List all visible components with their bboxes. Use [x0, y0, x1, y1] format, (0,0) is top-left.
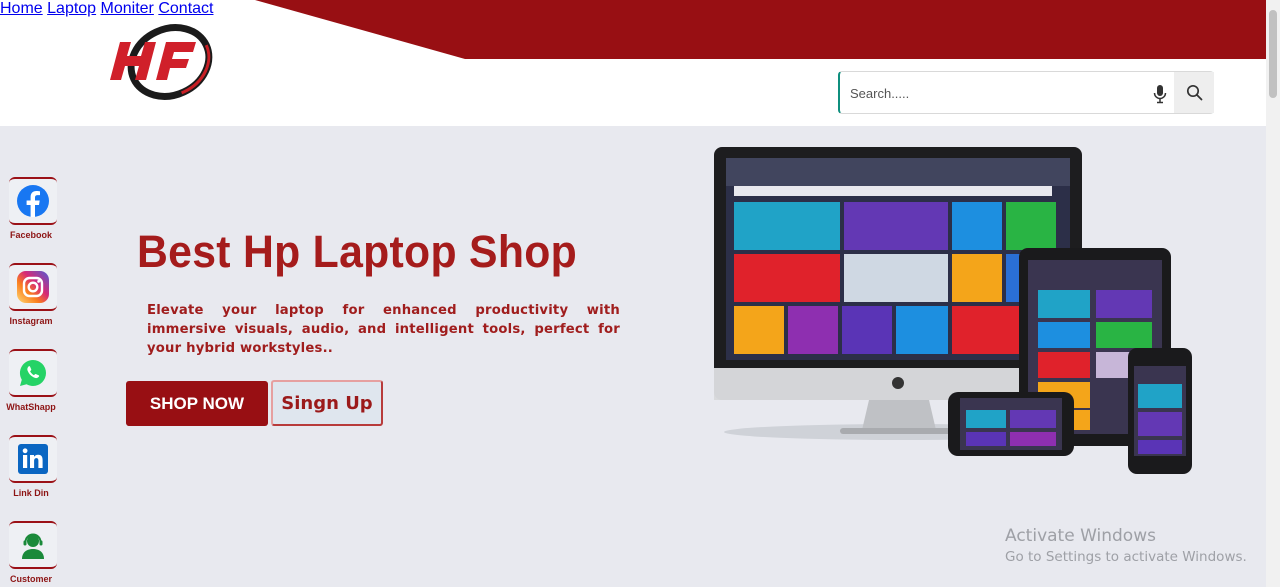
windows-activation-watermark: Activate Windows Go to Settings to activ…	[1005, 526, 1247, 565]
social-facebook[interactable]: Facebook	[8, 177, 58, 240]
watermark-title: Activate Windows	[1005, 526, 1156, 546]
social-label: WhatShapp	[6, 402, 56, 412]
social-label: Facebook	[9, 230, 52, 240]
hero-description: Elevate your laptop for enhanced product…	[147, 303, 620, 356]
instagram-icon	[17, 271, 49, 303]
social-linkedin[interactable]: Link Din	[8, 435, 58, 498]
customer-support-icon	[22, 533, 44, 559]
hero-title: Best Hp Laptop Shop	[137, 226, 578, 277]
social-instagram[interactable]: Instagram	[8, 263, 58, 326]
brand-logo[interactable]	[104, 24, 216, 100]
social-customer[interactable]: Customer	[8, 521, 58, 584]
search-icon	[1186, 84, 1202, 101]
social-label: Instagram	[9, 316, 53, 326]
facebook-icon	[17, 185, 49, 217]
page-scrollbar[interactable]	[1266, 0, 1280, 587]
search-button[interactable]	[1174, 72, 1214, 113]
search-input[interactable]	[850, 82, 1140, 104]
linkedin-icon	[18, 444, 48, 474]
site-header: Home Laptop Moniter Contact	[0, 0, 1266, 126]
social-whatsapp[interactable]: WhatShapp	[6, 349, 58, 412]
scrollbar-thumb[interactable]	[1269, 10, 1277, 98]
social-label: Customer	[9, 574, 52, 584]
watermark-subtitle: Go to Settings to activate Windows.	[1005, 549, 1247, 565]
shop-now-button[interactable]: SHOP NOW	[126, 381, 268, 426]
search-bar	[838, 71, 1214, 114]
whatsapp-icon	[19, 359, 46, 386]
devices-illustration	[704, 140, 1204, 480]
sign-up-button[interactable]: Singn Up	[271, 380, 383, 426]
microphone-icon[interactable]	[1152, 83, 1168, 105]
social-label: Link Din	[13, 488, 49, 498]
